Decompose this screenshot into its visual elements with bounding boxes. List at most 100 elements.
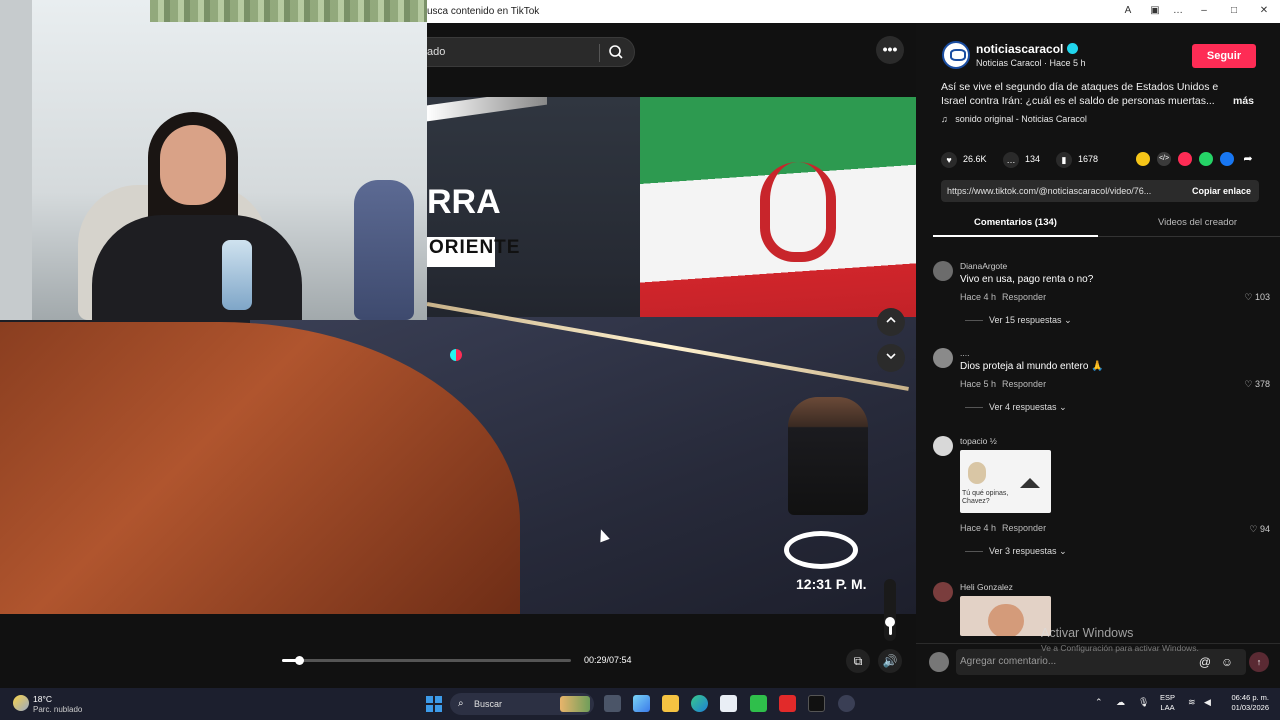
share-arrow-icon[interactable]: ➦	[1241, 152, 1255, 166]
next-video-button[interactable]	[877, 344, 905, 372]
heart-outline-icon: ♡	[1249, 524, 1258, 534]
comment-button[interactable]: … 134	[1003, 150, 1040, 168]
windows-start-icon[interactable]	[426, 696, 442, 712]
share-coin-icon[interactable]	[1136, 152, 1150, 166]
kick-icon[interactable]	[750, 695, 767, 712]
widgets-icon[interactable]	[633, 695, 650, 712]
close-icon[interactable]: ✕	[1256, 4, 1272, 18]
comment-image[interactable]: Tú qué opinas, Chavez?	[960, 450, 1051, 513]
reader-icon[interactable]: ▣	[1147, 4, 1163, 18]
chevron-down-icon	[886, 353, 896, 360]
chrome-icon[interactable]	[838, 695, 855, 712]
progress-bar[interactable]	[282, 656, 571, 665]
language-top: ESP	[1160, 693, 1176, 702]
screen: usca contenido en TikTok A ▣ … – □ ✕ RRA…	[0, 0, 1280, 720]
webcam-blue-chair	[354, 180, 414, 320]
reply-button[interactable]: Responder	[1002, 379, 1046, 389]
window-title: usca contenido en TikTok	[427, 6, 540, 17]
volume-tray-icon[interactable]: ◀	[1204, 697, 1211, 708]
author-avatar[interactable]	[942, 41, 970, 69]
save-button[interactable]: ▮ 1678	[1056, 150, 1098, 168]
translate-icon[interactable]: A	[1120, 4, 1136, 18]
store-icon[interactable]	[720, 695, 737, 712]
author-handle[interactable]: noticiascaracol	[976, 42, 1063, 56]
weather-icon[interactable]	[13, 695, 29, 711]
caracol-logo	[784, 531, 858, 569]
tiktok-icon[interactable]	[808, 695, 825, 712]
volume-slider[interactable]	[884, 579, 896, 641]
start-tile	[435, 705, 442, 712]
comment-like-count: 378	[1254, 379, 1270, 389]
task-view-icon[interactable]	[604, 695, 621, 712]
pip-button[interactable]: ⧉	[846, 649, 870, 673]
replies-line	[965, 551, 983, 553]
commenter-avatar[interactable]	[933, 261, 953, 281]
comment-time: Hace 5 h	[960, 379, 997, 389]
file-explorer-icon[interactable]	[662, 695, 679, 712]
heart-icon: ♥	[941, 151, 957, 168]
search-divider	[599, 44, 600, 62]
description-line-2: Israel contra Irán: ¿cuál es el saldo de…	[941, 95, 1215, 107]
commenter-name[interactable]: ....	[960, 348, 969, 358]
commenter-name[interactable]: topacio ½	[960, 436, 997, 446]
flag-emblem	[760, 162, 836, 262]
menu-icon[interactable]: …	[1170, 4, 1186, 18]
wifi-icon[interactable]: ≋	[1188, 697, 1196, 708]
view-replies-button[interactable]: Ver 3 respuestas ⌄	[965, 546, 1067, 557]
volume-knob[interactable]	[885, 616, 895, 627]
maximize-icon[interactable]: □	[1226, 4, 1242, 18]
view-replies-button[interactable]: Ver 4 respuestas ⌄	[965, 402, 1067, 413]
search-highlight-icon	[560, 696, 590, 712]
more-link[interactable]: más	[1233, 94, 1254, 108]
comment-time: Hace 4 h	[960, 523, 997, 533]
more-options-button[interactable]: •••	[876, 36, 904, 64]
weather-temperature[interactable]: 18°C	[33, 694, 52, 704]
progress-knob[interactable]	[295, 656, 305, 665]
send-comment-button[interactable]: ↑	[1249, 652, 1269, 672]
chevron-down-icon: ⌄	[1059, 546, 1067, 556]
share-link-url[interactable]: https://www.tiktok.com/@noticiascaracol/…	[947, 186, 1179, 196]
start-tile	[426, 696, 433, 703]
edge-icon[interactable]	[691, 695, 708, 712]
whatsapp-icon[interactable]	[1199, 152, 1213, 166]
emoji-icon[interactable]: ☺	[1220, 655, 1234, 669]
reply-button[interactable]: Responder	[1002, 523, 1046, 533]
search-icon[interactable]	[608, 44, 624, 60]
send-icon[interactable]	[1178, 152, 1192, 166]
previous-video-button[interactable]	[877, 308, 905, 336]
comment-likes[interactable]: ♡ 103	[1244, 292, 1270, 303]
youtube-icon[interactable]	[779, 695, 796, 712]
embed-icon[interactable]: </>	[1157, 152, 1171, 166]
microphone-icon[interactable]: 🎙	[1138, 697, 1149, 708]
tray-app-icon[interactable]: ☁	[1116, 697, 1125, 708]
user-avatar[interactable]	[929, 652, 949, 672]
mention-icon[interactable]: @	[1198, 655, 1212, 669]
view-replies-button[interactable]: Ver 15 respuestas ⌄	[965, 315, 1072, 326]
panel-tabs: Comentarios (134) Videos del creador	[933, 211, 1280, 237]
tab-creator-videos[interactable]: Videos del creador	[1115, 217, 1280, 228]
follow-button[interactable]: Seguir	[1192, 44, 1256, 68]
language-indicator[interactable]: ESP LAA	[1160, 693, 1175, 713]
minimize-icon[interactable]: –	[1196, 4, 1212, 18]
sound-link[interactable]: ♫ sonido original - Noticias Caracol	[941, 114, 1087, 124]
tab-comments[interactable]: Comentarios (134)	[933, 217, 1098, 228]
comment-likes[interactable]: ♡ 94	[1249, 524, 1270, 535]
comment-image[interactable]	[960, 596, 1051, 636]
tray-chevron-icon[interactable]: ⌃	[1095, 697, 1103, 708]
commenter-avatar[interactable]	[933, 436, 953, 456]
reply-button[interactable]: Responder	[1002, 292, 1046, 302]
meme-caption: Tú qué opinas, Chavez?	[962, 490, 1009, 505]
facebook-icon[interactable]	[1220, 152, 1234, 166]
commenter-avatar[interactable]	[933, 348, 953, 368]
commenter-name[interactable]: DianaArgote	[960, 261, 1007, 271]
comment-like-count: 94	[1259, 524, 1270, 534]
comment-likes[interactable]: ♡ 378	[1244, 379, 1270, 390]
like-button[interactable]: ♥ 26.6K	[941, 150, 987, 168]
commenter-name[interactable]: Heli Gonzalez	[960, 582, 1013, 592]
commenter-avatar[interactable]	[933, 582, 953, 602]
taskbar-clock[interactable]: 06:46 p. m. 01/03/2026	[1225, 693, 1269, 713]
taskbar-search[interactable]: ⌕ Buscar	[450, 693, 594, 715]
copy-link-button[interactable]: Copiar enlace	[1192, 186, 1251, 196]
volume-button[interactable]: 🔊	[878, 649, 902, 673]
weather-description[interactable]: Parc. nublado	[33, 705, 82, 714]
